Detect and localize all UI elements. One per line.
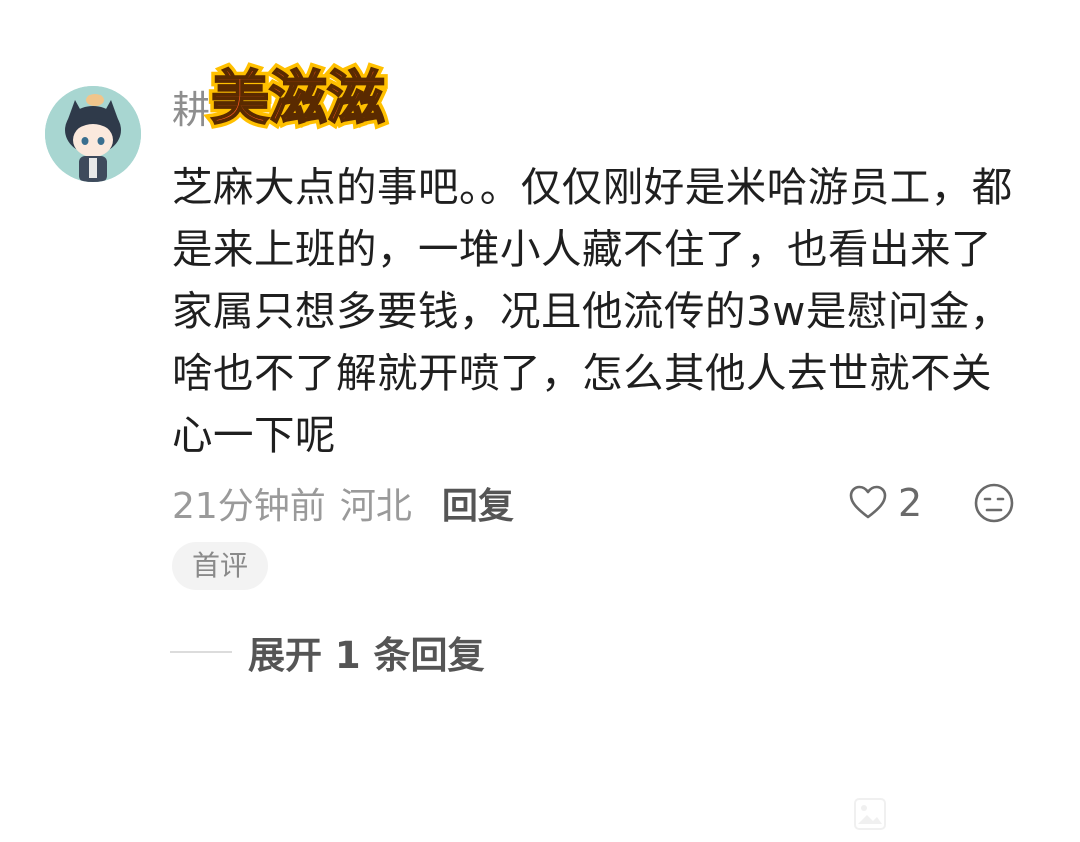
avatar-illustration xyxy=(45,86,141,182)
user-avatar[interactable] xyxy=(45,86,141,182)
comment-location: 河北 xyxy=(339,486,412,527)
comment-time: 21分钟前 xyxy=(172,486,326,527)
sticker-badge: 美滋滋 美滋滋 xyxy=(206,60,389,137)
heart-outline-icon xyxy=(849,485,887,519)
expand-replies-button[interactable]: 展开 1 条回复 xyxy=(170,626,485,678)
comment-meta: 21分钟前 河北 回复 xyxy=(172,478,514,528)
comment-page: 耕 美滋滋 美滋滋 芝麻大点的事吧。。仅仅刚好是米哈游员工，都是来上班的，一堆小… xyxy=(0,0,1080,842)
like-count: 2 xyxy=(898,481,923,525)
sticker-text-inner: 美滋滋 xyxy=(211,64,385,132)
like-button[interactable]: 2 xyxy=(848,478,922,528)
reply-button[interactable]: 回复 xyxy=(442,477,514,529)
divider-line xyxy=(170,651,232,653)
image-watermark-icon xyxy=(854,798,886,830)
meh-face-icon[interactable] xyxy=(973,482,1015,524)
expand-replies-label: 展开 1 条回复 xyxy=(248,634,485,677)
first-comment-badge: 首评 xyxy=(172,542,269,590)
comment-text: 芝麻大点的事吧。。仅仅刚好是米哈游员工，都是来上班的，一堆小人藏不住了，也看出来… xyxy=(172,163,1013,459)
